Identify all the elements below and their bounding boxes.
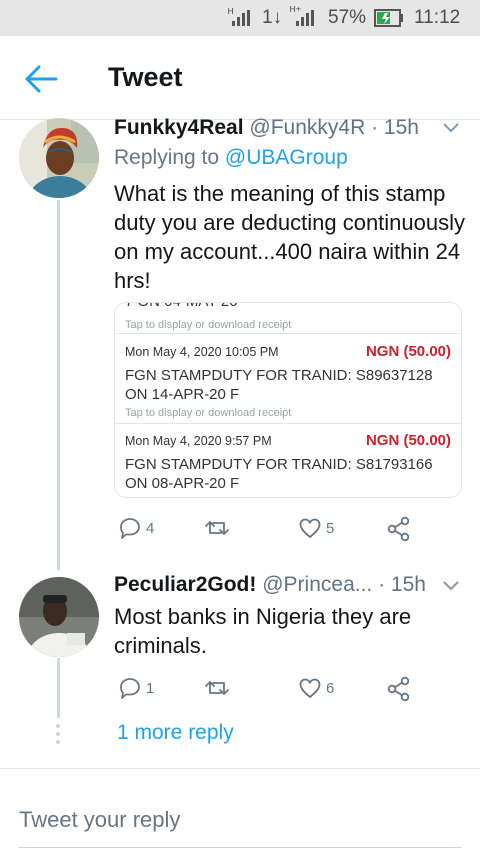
like-count: 6: [326, 680, 335, 697]
battery-percent: 57%: [328, 7, 367, 28]
tweet-text: Most banks in Nigeria they are criminals…: [114, 604, 412, 658]
battery-icon: [374, 9, 403, 27]
author-handle: @Funkky4R: [249, 116, 366, 139]
reply-count: 1: [146, 680, 155, 697]
transaction-date: Mon May 4, 2020 9:57 PM: [125, 434, 272, 448]
comment-icon: [120, 678, 140, 699]
retweet-icon: [205, 681, 229, 695]
chevron-down-icon[interactable]: [442, 122, 460, 134]
signal-strength-icon: [232, 10, 250, 26]
author-name: Peculiar2God!: [114, 573, 257, 596]
status-bar: ᴴ 1↓ ᴴ⁺ 57% 11:12: [0, 0, 480, 36]
reply-button[interactable]: 1: [118, 676, 168, 702]
like-count: 5: [326, 520, 335, 537]
author-name: Funkky4Real: [114, 116, 244, 139]
app-bar: Tweet: [0, 36, 480, 120]
thread-connector: [57, 658, 60, 718]
clock: 11:12: [414, 7, 461, 28]
receipt-cut-text: 7 ON 04-MAY-20: [125, 303, 238, 310]
tweet-time: · 15h: [378, 573, 426, 596]
transaction-amount: NGN (50.00): [365, 343, 451, 360]
avatar[interactable]: [19, 118, 99, 198]
transaction-date: Mon May 4, 2020 10:05 PM: [125, 345, 279, 359]
tweet-text: What is the meaning of this stamp duty y…: [114, 181, 466, 293]
more-replies-link[interactable]: 1 more reply: [117, 721, 234, 745]
heart-icon: [299, 678, 321, 699]
page-title: Tweet: [108, 62, 183, 92]
share-button[interactable]: [386, 516, 412, 542]
author-handle: @Princea...: [262, 573, 373, 596]
like-button[interactable]: 6: [298, 676, 342, 702]
chevron-down-icon[interactable]: [442, 580, 460, 592]
reply-composer: Tweet your reply: [0, 768, 480, 854]
heart-icon: [299, 518, 321, 539]
receipt-tap-hint: Tap to display or download receipt: [125, 407, 292, 419]
retweet-button[interactable]: [204, 516, 234, 542]
tweet-image-card[interactable]: 7 ON 04-MAY-20 Tap to display or downloa…: [114, 302, 462, 498]
comment-icon: [120, 518, 140, 539]
data-transfer-indicator: 1↓: [262, 7, 283, 28]
replying-to-link[interactable]: @UBAGroup: [225, 146, 348, 169]
reply-input[interactable]: Tweet your reply: [19, 807, 180, 833]
tweet-time: · 15h: [371, 116, 419, 139]
receipt-tap-hint: Tap to display or download receipt: [125, 319, 292, 331]
transaction-amount: NGN (50.00): [365, 432, 451, 449]
tweet-author[interactable]: Peculiar2God! @Princea... · 15h: [114, 573, 426, 597]
share-button[interactable]: [386, 676, 412, 702]
avatar[interactable]: [19, 577, 99, 657]
replying-to: Replying to @UBAGroup: [114, 146, 348, 170]
more-replies-dots: [56, 724, 61, 748]
input-underline: [18, 847, 462, 848]
replying-prefix: Replying to: [114, 146, 220, 169]
retweet-icon: [205, 521, 229, 535]
retweet-button[interactable]: [204, 676, 234, 702]
thread-connector: [57, 200, 60, 570]
reply-count: 4: [146, 520, 155, 537]
tweet-author[interactable]: Funkky4Real @Funkky4R · 15h: [114, 116, 419, 140]
arrow-left-icon[interactable]: [24, 64, 58, 94]
like-button[interactable]: 5: [298, 516, 342, 542]
signal-strength-2-icon: [296, 10, 314, 26]
transaction-description: FGN STAMPDUTY FOR TRANID: S81793166 ON 0…: [125, 456, 433, 492]
share-icon: [387, 676, 410, 702]
reply-button[interactable]: 4: [118, 516, 168, 542]
transaction-description: FGN STAMPDUTY FOR TRANID: S89637128 ON 1…: [125, 367, 433, 403]
divider: [115, 423, 461, 424]
divider: [115, 333, 461, 334]
share-icon: [387, 516, 410, 542]
